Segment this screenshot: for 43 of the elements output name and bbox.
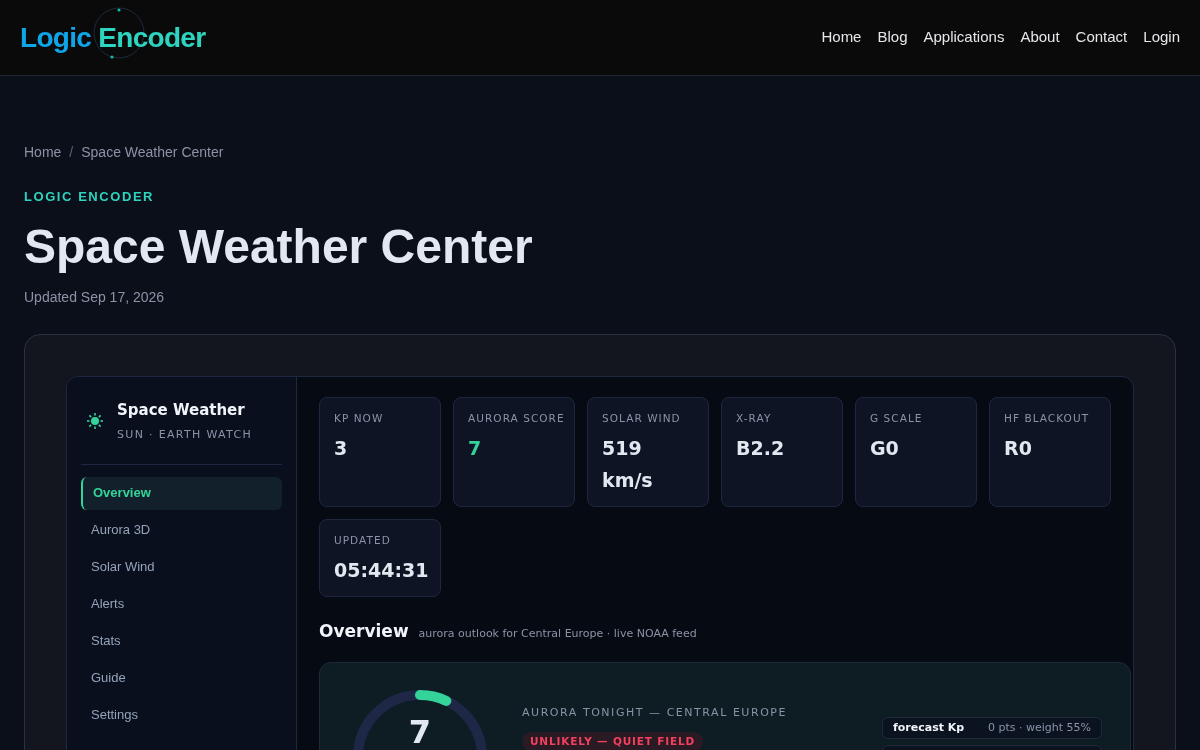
nav-link[interactable]: About bbox=[1020, 26, 1060, 49]
factor-name: forecast Kp bbox=[893, 719, 965, 736]
stat-label: UPDATED bbox=[334, 532, 392, 548]
breadcrumb-separator: / bbox=[69, 143, 74, 162]
stat-value: 7 bbox=[468, 436, 483, 462]
sidebar-item[interactable]: Alerts bbox=[81, 587, 282, 621]
nav-link[interactable]: Login bbox=[1143, 26, 1180, 49]
brand-title: Space Weather bbox=[117, 399, 246, 421]
sun-icon bbox=[85, 411, 105, 431]
factor-detail: 0 pts · weight 55% bbox=[987, 719, 1091, 736]
stat-value: 3 bbox=[334, 436, 349, 462]
sidebar-item[interactable]: Aurora 3D bbox=[81, 513, 282, 547]
sidebar-item[interactable]: Overview bbox=[81, 476, 282, 510]
status-badge: UNLIKELY — QUIET FIELD bbox=[522, 731, 704, 750]
stat-label: X-RAY bbox=[736, 410, 773, 426]
stat-value: B2.2 bbox=[736, 436, 786, 462]
stat-label: SOLAR WIND bbox=[602, 410, 682, 426]
stat-value: 519 km/s bbox=[602, 436, 654, 494]
nav-link[interactable]: Applications bbox=[923, 26, 1005, 49]
nav-link[interactable]: Home bbox=[821, 26, 862, 49]
stat-label: G SCALE bbox=[870, 410, 924, 426]
sidebar-item[interactable]: Stats bbox=[81, 624, 282, 658]
aurora-label: AURORA TONIGHT — CENTRAL EUROPE bbox=[522, 705, 788, 721]
section-title: Overview bbox=[319, 619, 409, 643]
stat-label: HF BLACKOUT bbox=[1004, 410, 1091, 426]
sidebar-item[interactable]: Guide bbox=[81, 661, 282, 695]
page-title: Space Weather Center bbox=[24, 218, 534, 275]
brand-subtitle: SUN · EARTH WATCH bbox=[117, 427, 252, 443]
gauge-value: 7 bbox=[408, 715, 432, 749]
nav-link[interactable]: Contact bbox=[1075, 26, 1128, 49]
sidebar-item[interactable]: Settings bbox=[81, 698, 282, 732]
eyebrow-label: LOGIC ENCODER bbox=[24, 188, 156, 206]
site-logo[interactable]: Logic Encoder bbox=[20, 16, 206, 59]
section-subtitle: aurora outlook for Central Europe · live NOAA feed bbox=[418, 625, 697, 642]
stat-value: G0 bbox=[870, 436, 900, 462]
stat-value: R0 bbox=[1004, 436, 1033, 462]
breadcrumb-link[interactable]: Home bbox=[24, 142, 62, 163]
updated-date: Updated Sep 17, 2026 bbox=[24, 287, 166, 307]
sidebar-item[interactable]: Solar Wind bbox=[81, 550, 282, 584]
stat-label: KP NOW bbox=[334, 410, 385, 426]
nav-link[interactable]: Blog bbox=[877, 26, 908, 49]
breadcrumb-current: Space Weather Center bbox=[81, 143, 224, 162]
stat-value: 05:44:31 bbox=[334, 558, 426, 584]
